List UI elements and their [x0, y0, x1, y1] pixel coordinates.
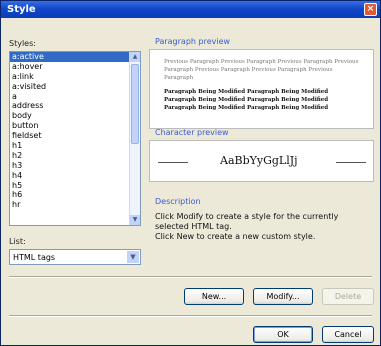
chevron-down-icon[interactable]: ▼ [127, 251, 139, 263]
description-line: selected HTML tag. [155, 222, 232, 231]
paragraph-preview: Previous Paragraph Previous Paragraph Pr… [149, 49, 374, 129]
style-list-item[interactable]: h4 [10, 171, 129, 181]
close-icon[interactable]: × [364, 3, 377, 16]
character-preview-label: Character preview [155, 128, 229, 137]
preview-line-left [158, 162, 188, 163]
style-list-item[interactable]: h2 [10, 151, 129, 161]
description-text: Click Modify to create a style for the c… [155, 212, 375, 242]
style-list-item[interactable]: h5 [10, 181, 129, 191]
styles-listbox[interactable]: a:active a:hover a:link a:visited a address bo… [9, 51, 141, 226]
scroll-down-icon[interactable]: ▼ [130, 215, 140, 225]
style-list-item[interactable]: a:visited [10, 82, 129, 92]
style-list-item[interactable]: body [10, 111, 129, 121]
title-bar[interactable]: Style × [1, 1, 380, 18]
styles-label: Styles: [9, 39, 36, 48]
style-dialog: Style × Styles: a:active a:hover a:link a:v… [0, 0, 381, 346]
character-preview: AaBbYyGgLlJj [149, 140, 374, 182]
style-list-item[interactable]: button [10, 121, 129, 131]
scroll-thumb[interactable] [131, 64, 139, 144]
style-list-item[interactable]: h1 [10, 141, 129, 151]
styles-list: a:active a:hover a:link a:visited a address bo… [10, 52, 129, 210]
paragraph-preview-label: Paragraph preview [155, 37, 231, 46]
scroll-up-icon[interactable]: ▲ [130, 52, 140, 62]
style-list-item[interactable]: a [10, 92, 129, 102]
list-select-value: HTML tags [13, 253, 56, 262]
separator [9, 276, 372, 278]
ok-button[interactable]: OK [253, 326, 313, 343]
cancel-button[interactable]: Cancel [322, 326, 374, 343]
style-list-item[interactable]: hr [10, 200, 129, 210]
style-list-item[interactable]: h6 [10, 190, 129, 200]
style-list-item[interactable]: a:active [10, 52, 129, 62]
style-list-item[interactable]: a:link [10, 72, 129, 82]
delete-button[interactable]: Delete [322, 288, 374, 305]
modify-button[interactable]: Modify... [253, 288, 313, 305]
modified-paragraph-text: Paragraph Being Modified Paragraph Being… [164, 89, 329, 111]
description-line: Click Modify to create a style for the c… [155, 212, 339, 221]
styles-scrollbar[interactable]: ▲ ▼ [129, 52, 140, 225]
character-sample: AaBbYyGgLlJj [220, 154, 298, 167]
description-label: Description [155, 197, 201, 206]
previous-paragraph-text: Previous Paragraph Previous Paragraph Pr… [164, 59, 359, 81]
new-button[interactable]: New... [184, 288, 244, 305]
separator [9, 315, 372, 317]
list-select[interactable]: HTML tags ▼ [9, 249, 141, 265]
list-label: List: [9, 237, 26, 246]
description-line: Click New to create a new custom style. [155, 232, 316, 241]
preview-line-right [336, 162, 366, 163]
style-list-item[interactable]: fieldset [10, 131, 129, 141]
style-list-item[interactable]: h3 [10, 161, 129, 171]
window-title: Style [7, 4, 36, 15]
style-list-item[interactable]: address [10, 101, 129, 111]
style-list-item[interactable]: a:hover [10, 62, 129, 72]
